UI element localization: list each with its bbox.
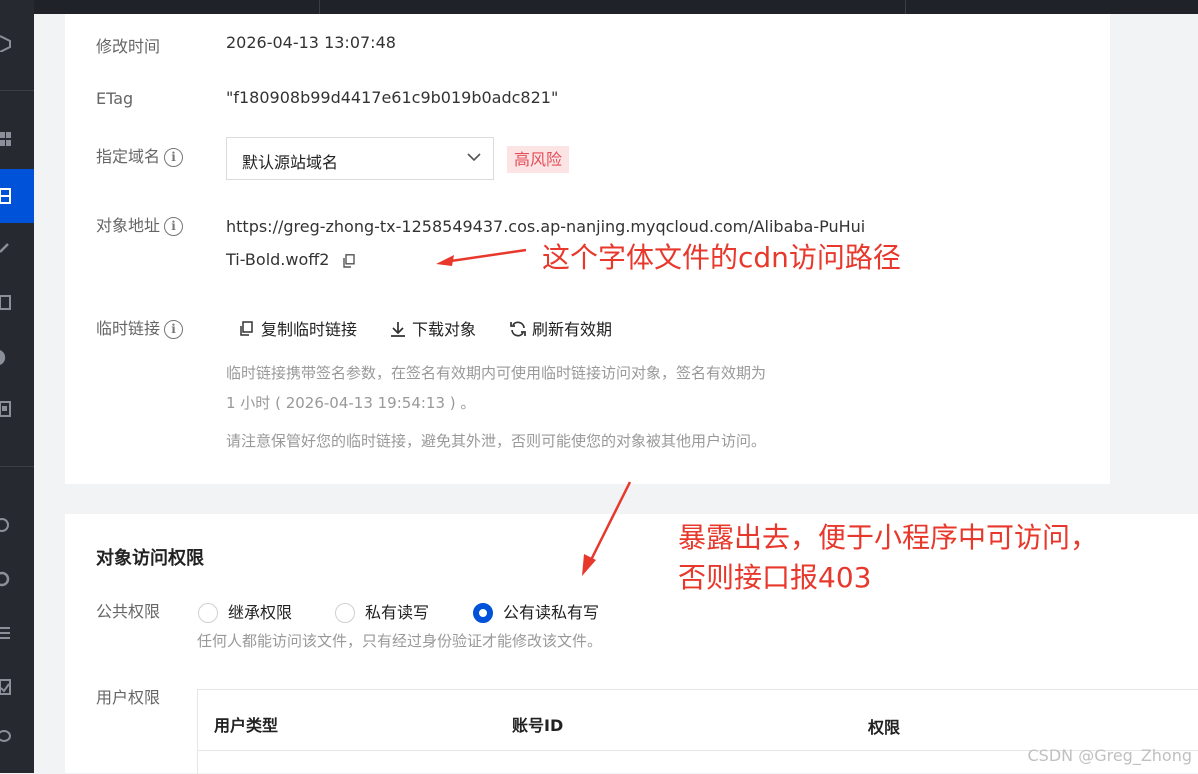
download-object-label: 下载对象 bbox=[412, 320, 477, 339]
address-label: 对象地址 i bbox=[96, 212, 184, 236]
settings-icon[interactable] bbox=[0, 624, 12, 642]
cdn-path-annotation: 这个字体文件的cdn访问路径 bbox=[542, 241, 901, 274]
radio-circle-selected[interactable] bbox=[473, 603, 493, 623]
domain-select-value: 默认源站域名 bbox=[242, 153, 339, 172]
product-logo-icon[interactable] bbox=[0, 34, 12, 52]
topbar-divider bbox=[905, 0, 906, 14]
domain-label-text: 指定域名 bbox=[96, 147, 161, 166]
watermark: CSDN @Greg_Zhong bbox=[1027, 746, 1192, 765]
info-icon[interactable]: i bbox=[164, 148, 184, 167]
info-icon[interactable]: i bbox=[164, 217, 184, 236]
key-icon[interactable] bbox=[0, 238, 12, 256]
nav-divider bbox=[0, 90, 34, 91]
public-permission-hint: 任何人都能访问该文件，只有经过身份验证才能修改该文件。 bbox=[197, 632, 603, 650]
column-header-user-type: 用户类型 bbox=[214, 716, 279, 735]
radio-private[interactable]: 私有读写 bbox=[335, 599, 429, 623]
address-label-text: 对象地址 bbox=[96, 216, 161, 235]
modified-value: 2026-04-13 13:07:48 bbox=[226, 33, 396, 52]
radio-circle[interactable] bbox=[198, 603, 218, 623]
public-read-annotation: 暴露出去，便于小程序中可访问， bbox=[678, 521, 1099, 554]
left-nav-rail bbox=[0, 0, 34, 773]
radio-public-read[interactable]: 公有读私有写 bbox=[473, 599, 599, 623]
temp-link-label: 临时链接 i bbox=[96, 315, 184, 339]
column-header-permission: 权限 bbox=[868, 718, 901, 737]
refresh-icon bbox=[510, 321, 526, 337]
refresh-validity-button[interactable]: 刷新有效期 bbox=[509, 316, 612, 340]
public-permission-label: 公共权限 bbox=[96, 602, 161, 621]
bucket-list-icon[interactable] bbox=[0, 187, 12, 205]
temp-link-hint: 临时链接携带签名参数，在签名有效期内可使用临时链接访问对象，签名有效期为 bbox=[226, 364, 767, 382]
modified-label: 修改时间 bbox=[96, 37, 161, 56]
permissions-title: 对象访问权限 bbox=[96, 548, 204, 569]
risk-badge: 高风险 bbox=[507, 146, 570, 173]
pie-chart-icon[interactable] bbox=[0, 348, 12, 366]
info-icon[interactable]: i bbox=[164, 320, 184, 339]
annotation-arrow bbox=[436, 248, 527, 266]
radio-circle[interactable] bbox=[335, 603, 355, 623]
grid-icon[interactable] bbox=[0, 400, 12, 418]
radio-private-label: 私有读写 bbox=[365, 603, 430, 622]
copy-icon[interactable] bbox=[343, 253, 356, 268]
temp-link-expiry: 1 小时 ( 2026-04-13 19:54:13 ) 。 bbox=[226, 394, 476, 412]
dashboard-icon[interactable] bbox=[0, 130, 12, 148]
user-permission-label: 用户权限 bbox=[96, 688, 161, 707]
copy-icon bbox=[240, 321, 253, 336]
nav-divider bbox=[0, 466, 34, 467]
storage-icon[interactable] bbox=[0, 728, 12, 746]
top-bar bbox=[34, 0, 1198, 14]
public-read-annotation-2: 否则接口报403 bbox=[678, 561, 872, 594]
column-header-account-id: 账号ID bbox=[512, 716, 564, 735]
side-panel-gap bbox=[1110, 14, 1198, 454]
calendar-icon[interactable] bbox=[0, 293, 12, 311]
annotation-arrow bbox=[582, 481, 632, 576]
topbar-divider bbox=[319, 0, 320, 14]
download-object-button[interactable]: 下载对象 bbox=[389, 316, 476, 340]
domain-label: 指定域名 i bbox=[96, 143, 184, 167]
etag-value: "f180908b99d4417e61c9b019b0adc821" bbox=[226, 88, 559, 107]
download-icon bbox=[391, 322, 405, 337]
search-icon[interactable] bbox=[0, 516, 12, 534]
checklist-icon[interactable] bbox=[0, 678, 12, 696]
chevron-down-icon bbox=[467, 153, 481, 162]
domain-select[interactable]: 默认源站域名 bbox=[226, 137, 494, 180]
temp-link-warning: 请注意保管好您的临时链接，避免其外泄，否则可能使您的对象被其他用户访问。 bbox=[226, 432, 767, 450]
copy-temp-link-button[interactable]: 复制临时链接 bbox=[238, 316, 357, 340]
radio-inherit[interactable]: 继承权限 bbox=[198, 599, 292, 623]
etag-label: ETag bbox=[96, 89, 134, 108]
temp-link-label-text: 临时链接 bbox=[96, 319, 161, 338]
radio-inherit-label: 继承权限 bbox=[228, 603, 293, 622]
refresh-validity-label: 刷新有效期 bbox=[532, 320, 613, 339]
copy-temp-link-label: 复制临时链接 bbox=[261, 320, 358, 339]
network-icon[interactable] bbox=[0, 570, 12, 588]
radio-public-read-label: 公有读私有写 bbox=[503, 603, 600, 622]
